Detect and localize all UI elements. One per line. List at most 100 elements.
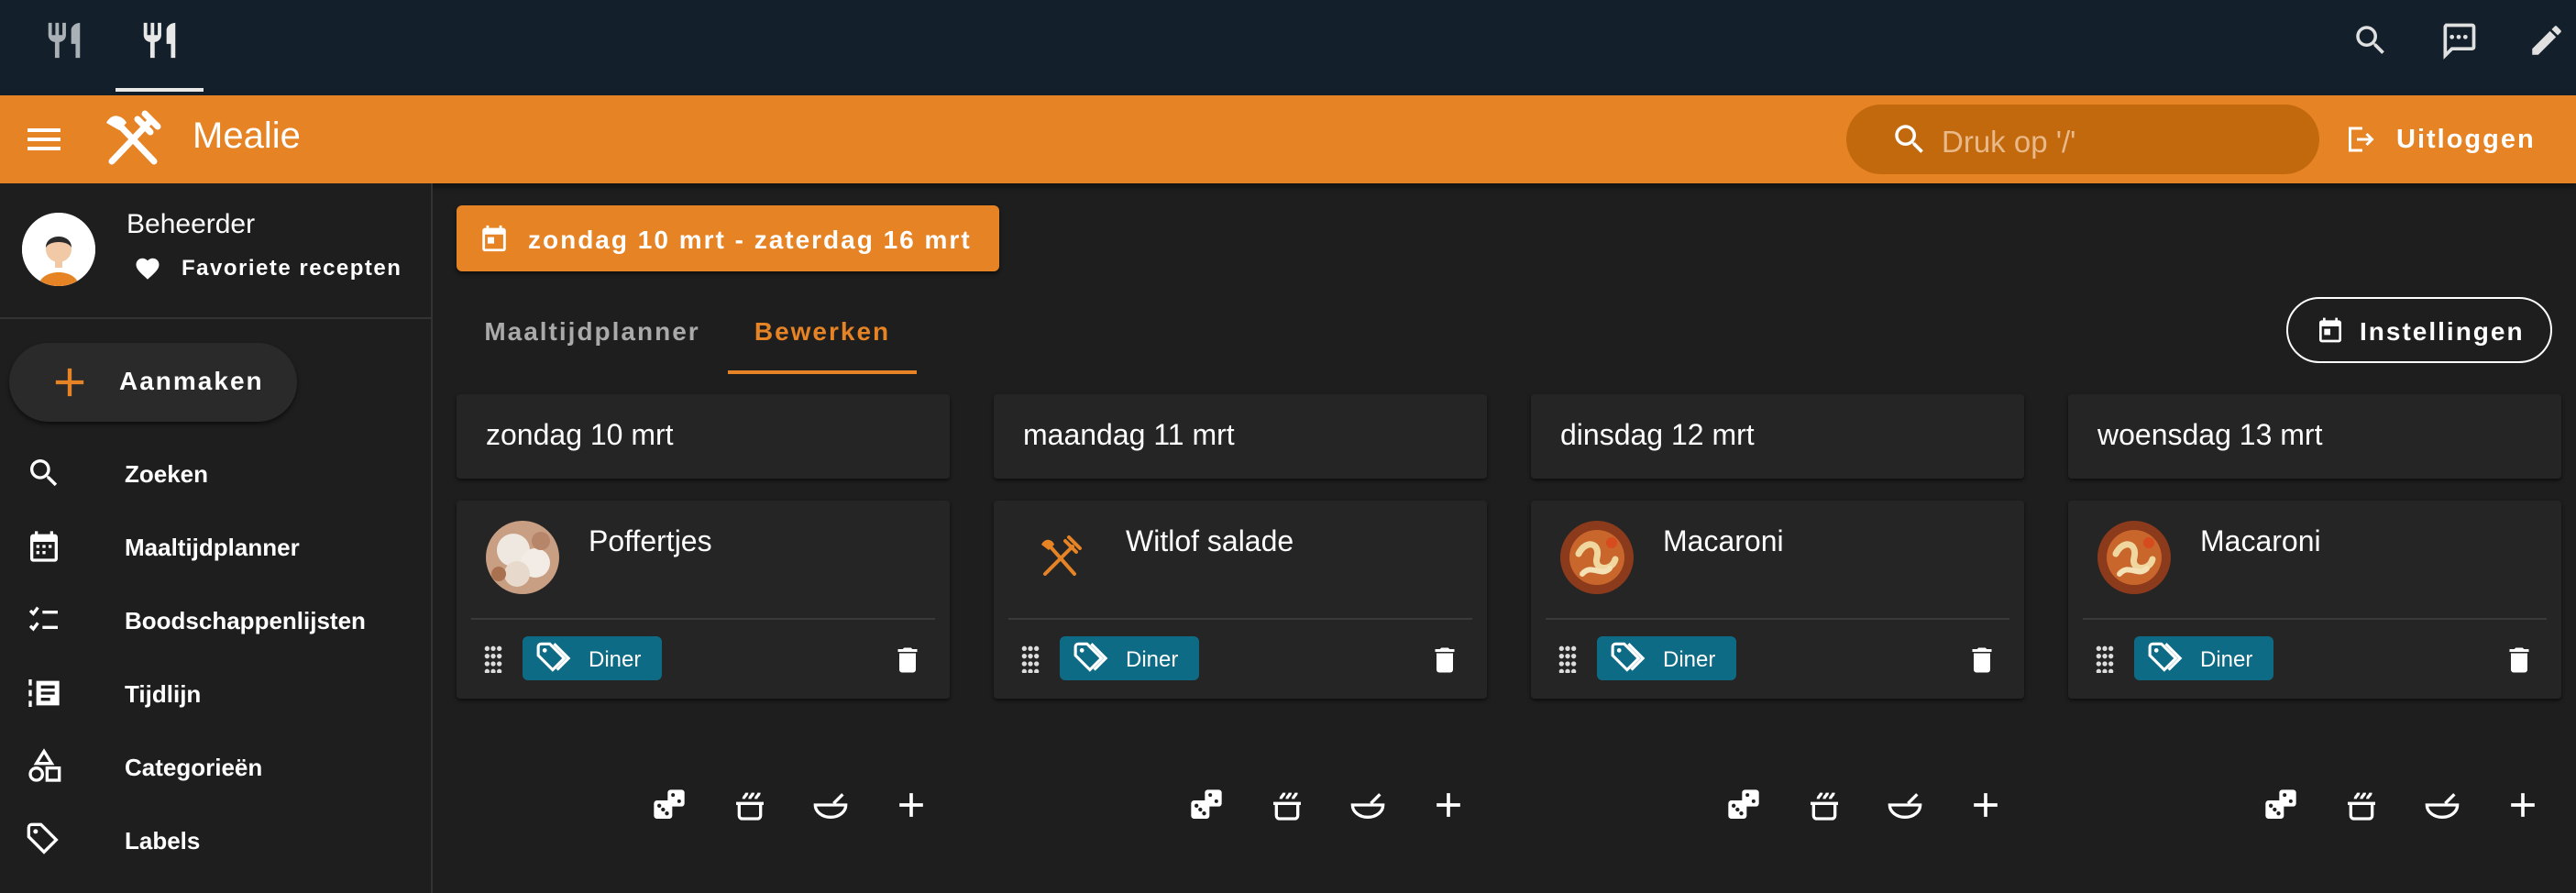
random-dinner-icon[interactable]	[724, 779, 776, 831]
random-dinner-icon[interactable]	[2336, 779, 2387, 831]
settings-button[interactable]: Instellingen	[2286, 297, 2552, 363]
shapes-icon	[24, 746, 64, 787]
menu-button[interactable]	[22, 117, 66, 161]
edit-icon[interactable]	[2523, 17, 2570, 64]
sidebar-item-meal-planner[interactable]: Maaltijdplanner	[0, 510, 431, 583]
delete-icon[interactable]	[1428, 642, 1461, 678]
sidebar: Beheerder Favoriete recepten Aanmaken Zo…	[0, 183, 433, 893]
checklist-icon	[24, 600, 64, 640]
tag-chip[interactable]: Diner	[2134, 636, 2273, 680]
add-meal-icon[interactable]	[1960, 779, 2011, 831]
day-actions	[644, 779, 950, 834]
tag-chip[interactable]: Diner	[1060, 636, 1199, 680]
calendar-icon	[24, 526, 64, 567]
meal-card[interactable]: Macaroni Diner	[1531, 501, 2024, 699]
sidebar-item-label: Labels	[125, 827, 201, 854]
add-meal-icon[interactable]	[2497, 779, 2548, 831]
recipe-thumbnail[interactable]	[486, 521, 559, 594]
search-input[interactable]: Druk op '/'	[1846, 105, 2319, 174]
create-label: Aanmaken	[119, 367, 264, 395]
logo[interactable]	[103, 110, 163, 171]
day-actions	[1718, 779, 2024, 834]
random-dinner-icon[interactable]	[1799, 779, 1850, 831]
random-meal-icon[interactable]	[2255, 779, 2306, 831]
poffertjes-image	[486, 521, 559, 594]
search-placeholder: Druk op '/'	[1942, 125, 2076, 159]
random-side-icon[interactable]	[2416, 779, 2468, 831]
random-side-icon[interactable]	[1879, 779, 1931, 831]
meal-card[interactable]: Witlof salade Diner	[994, 501, 1487, 699]
sidebar-item-categories[interactable]: Categorieën	[0, 730, 431, 803]
sidebar-item-label: Categorieën	[125, 754, 263, 781]
drag-handle-icon[interactable]	[2094, 645, 2116, 673]
sidebar-item-label: Maaltijdplanner	[125, 534, 300, 561]
date-range-button[interactable]: zondag 10 mrt - zaterdag 16 mrt	[457, 205, 999, 271]
sidebar-item-label: Boodschappenlijsten	[125, 607, 366, 634]
add-meal-icon[interactable]	[886, 779, 937, 831]
sidebar-item-labels[interactable]: Labels	[0, 803, 431, 876]
sidebar-item-search[interactable]: Zoeken	[0, 436, 431, 510]
tag-chip[interactable]: Diner	[523, 636, 662, 680]
random-meal-icon[interactable]	[1718, 779, 1769, 831]
meal-name[interactable]: Macaroni	[1663, 524, 1784, 558]
day-actions	[1181, 779, 1487, 834]
random-side-icon[interactable]	[805, 779, 856, 831]
random-meal-icon[interactable]	[644, 779, 695, 831]
day-header: woensdag 13 mrt	[2068, 394, 2561, 479]
tab-meal-planner[interactable]: Maaltijdplanner	[457, 293, 728, 374]
fork-knife-placeholder-icon	[1041, 535, 1082, 576]
random-side-icon[interactable]	[1342, 779, 1393, 831]
random-dinner-icon[interactable]	[1261, 779, 1313, 831]
plus-icon	[46, 358, 94, 406]
recipe-thumbnail[interactable]	[2097, 521, 2171, 594]
day-title: zondag 10 mrt	[486, 418, 674, 451]
logout-button[interactable]: Uitloggen	[2343, 105, 2536, 174]
user-avatar-icon	[22, 213, 95, 286]
tag-label: Diner	[1663, 647, 1716, 672]
sidebar-item-shopping-lists[interactable]: Boodschappenlijsten	[0, 583, 431, 656]
meal-card[interactable]: Poffertjes Diner	[457, 501, 950, 699]
user-name: Beheerder	[127, 209, 256, 239]
mealie-tab-icon[interactable]	[136, 17, 183, 64]
sidebar-item-timeline[interactable]: Tijdlijn	[0, 656, 431, 730]
tag-label: Diner	[1126, 647, 1179, 672]
tag-label: Diner	[589, 647, 642, 672]
delete-icon[interactable]	[2503, 642, 2536, 678]
app-title[interactable]: Mealie	[193, 116, 301, 157]
drag-handle-icon[interactable]	[1019, 645, 1041, 673]
drag-handle-icon[interactable]	[482, 645, 504, 673]
meal-name[interactable]: Macaroni	[2200, 524, 2321, 558]
favorite-recipes-label: Favoriete recepten	[182, 256, 402, 281]
logout-label: Uitloggen	[2396, 124, 2536, 154]
delete-icon[interactable]	[1965, 642, 1998, 678]
card-divider	[1546, 618, 2009, 620]
meal-card[interactable]: Macaroni Diner	[2068, 501, 2561, 699]
delete-icon[interactable]	[891, 642, 924, 678]
heart-icon	[134, 255, 161, 282]
search-icon	[24, 453, 64, 493]
create-button[interactable]: Aanmaken	[9, 343, 297, 422]
meal-name[interactable]: Poffertjes	[589, 524, 712, 558]
tab-edit[interactable]: Bewerken	[728, 293, 917, 374]
sidebar-item-label: Zoeken	[125, 460, 209, 488]
favorite-recipes-link[interactable]: Favoriete recepten	[134, 255, 402, 282]
tag-label: Diner	[2200, 647, 2253, 672]
topbar-search-icon[interactable]	[2347, 17, 2394, 64]
random-meal-icon[interactable]	[1181, 779, 1232, 831]
timeline-icon	[24, 673, 64, 713]
meal-name[interactable]: Witlof salade	[1126, 524, 1294, 558]
card-divider	[2083, 618, 2547, 620]
day-title: maandag 11 mrt	[1023, 418, 1235, 451]
day-title: dinsdag 12 mrt	[1560, 418, 1755, 451]
day-header: zondag 10 mrt	[457, 394, 950, 479]
add-meal-icon[interactable]	[1423, 779, 1474, 831]
cookbook-tab-icon[interactable]	[40, 17, 88, 64]
recipe-thumbnail[interactable]	[1560, 521, 1634, 594]
settings-label: Instellingen	[2360, 317, 2525, 346]
avatar[interactable]	[22, 213, 95, 286]
drag-handle-icon[interactable]	[1557, 645, 1579, 673]
tag-chip[interactable]: Diner	[1597, 636, 1736, 680]
recipe-thumbnail[interactable]	[1023, 521, 1096, 594]
feedback-icon[interactable]	[2435, 17, 2482, 64]
card-divider	[1008, 618, 1472, 620]
